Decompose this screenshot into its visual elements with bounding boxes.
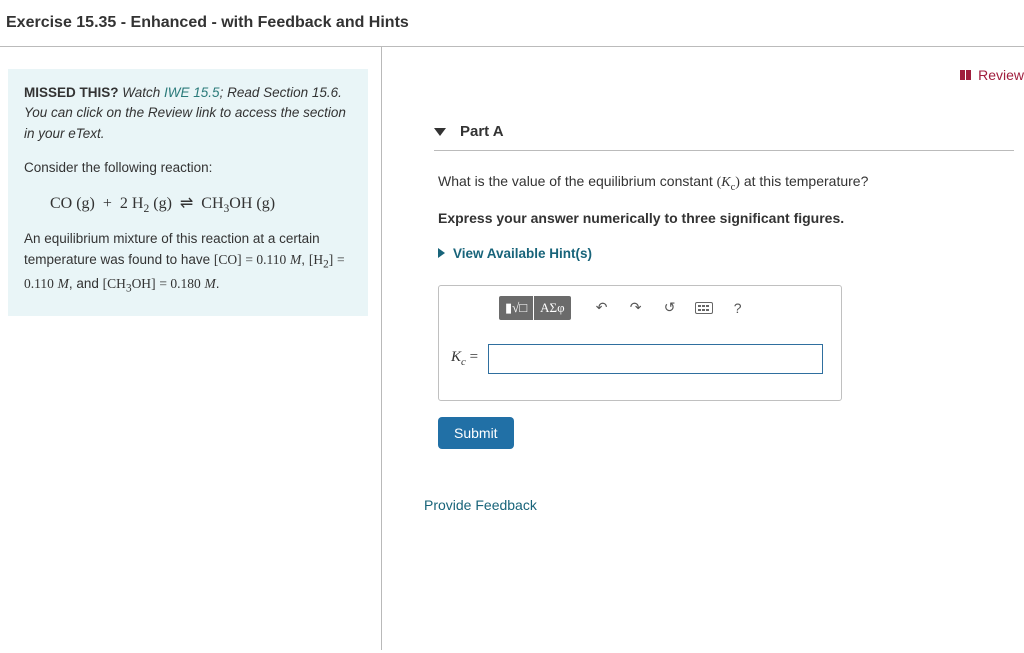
answer-variable-label: Kc =: [451, 349, 478, 368]
missed-this-label: MISSED THIS?: [24, 85, 119, 100]
equation-toolbar: ▮√□ ΑΣφ ↶ ↷ ↺ ?: [439, 286, 841, 330]
review-link[interactable]: Review: [960, 67, 1024, 83]
help-button[interactable]: ?: [723, 296, 753, 320]
undo-button[interactable]: ↶: [587, 296, 617, 320]
consider-text: Consider the following reaction:: [24, 158, 352, 179]
symbols-button[interactable]: ΑΣφ: [534, 296, 570, 320]
view-hints-toggle[interactable]: View Available Hint(s): [438, 246, 1014, 261]
reaction-equation: CO (g) + 2 H2 (g) ⇌ CH3OH (g): [50, 193, 352, 215]
exercise-title: Exercise 15.35 - Enhanced - with Feedbac…: [0, 4, 1024, 47]
missed-this-note: MISSED THIS? Watch IWE 15.5; Read Sectio…: [24, 83, 352, 144]
keyboard-icon: [695, 302, 713, 314]
review-icon: [960, 70, 972, 80]
answer-instruction: Express your answer numerically to three…: [438, 210, 1014, 226]
problem-panel: MISSED THIS? Watch IWE 15.5; Read Sectio…: [0, 47, 382, 650]
redo-button[interactable]: ↷: [621, 296, 651, 320]
caret-down-icon: [434, 128, 446, 136]
reset-button[interactable]: ↺: [655, 296, 685, 320]
submit-button[interactable]: Submit: [438, 417, 514, 449]
part-label: Part A: [460, 123, 504, 140]
answer-input[interactable]: [488, 344, 823, 374]
provide-feedback-link[interactable]: Provide Feedback: [424, 497, 537, 513]
answer-box: ▮√□ ΑΣφ ↶ ↷ ↺ ? Kc =: [438, 285, 842, 401]
templates-button[interactable]: ▮√□: [499, 296, 533, 320]
keyboard-button[interactable]: [689, 296, 719, 320]
missed-watch: Watch: [122, 85, 164, 100]
question-text: What is the value of the equilibrium con…: [438, 171, 1014, 196]
part-header[interactable]: Part A: [434, 123, 1014, 151]
problem-description: An equilibrium mixture of this reaction …: [24, 229, 352, 298]
iwe-link[interactable]: IWE 15.5: [164, 85, 220, 100]
caret-right-icon: [438, 248, 445, 258]
